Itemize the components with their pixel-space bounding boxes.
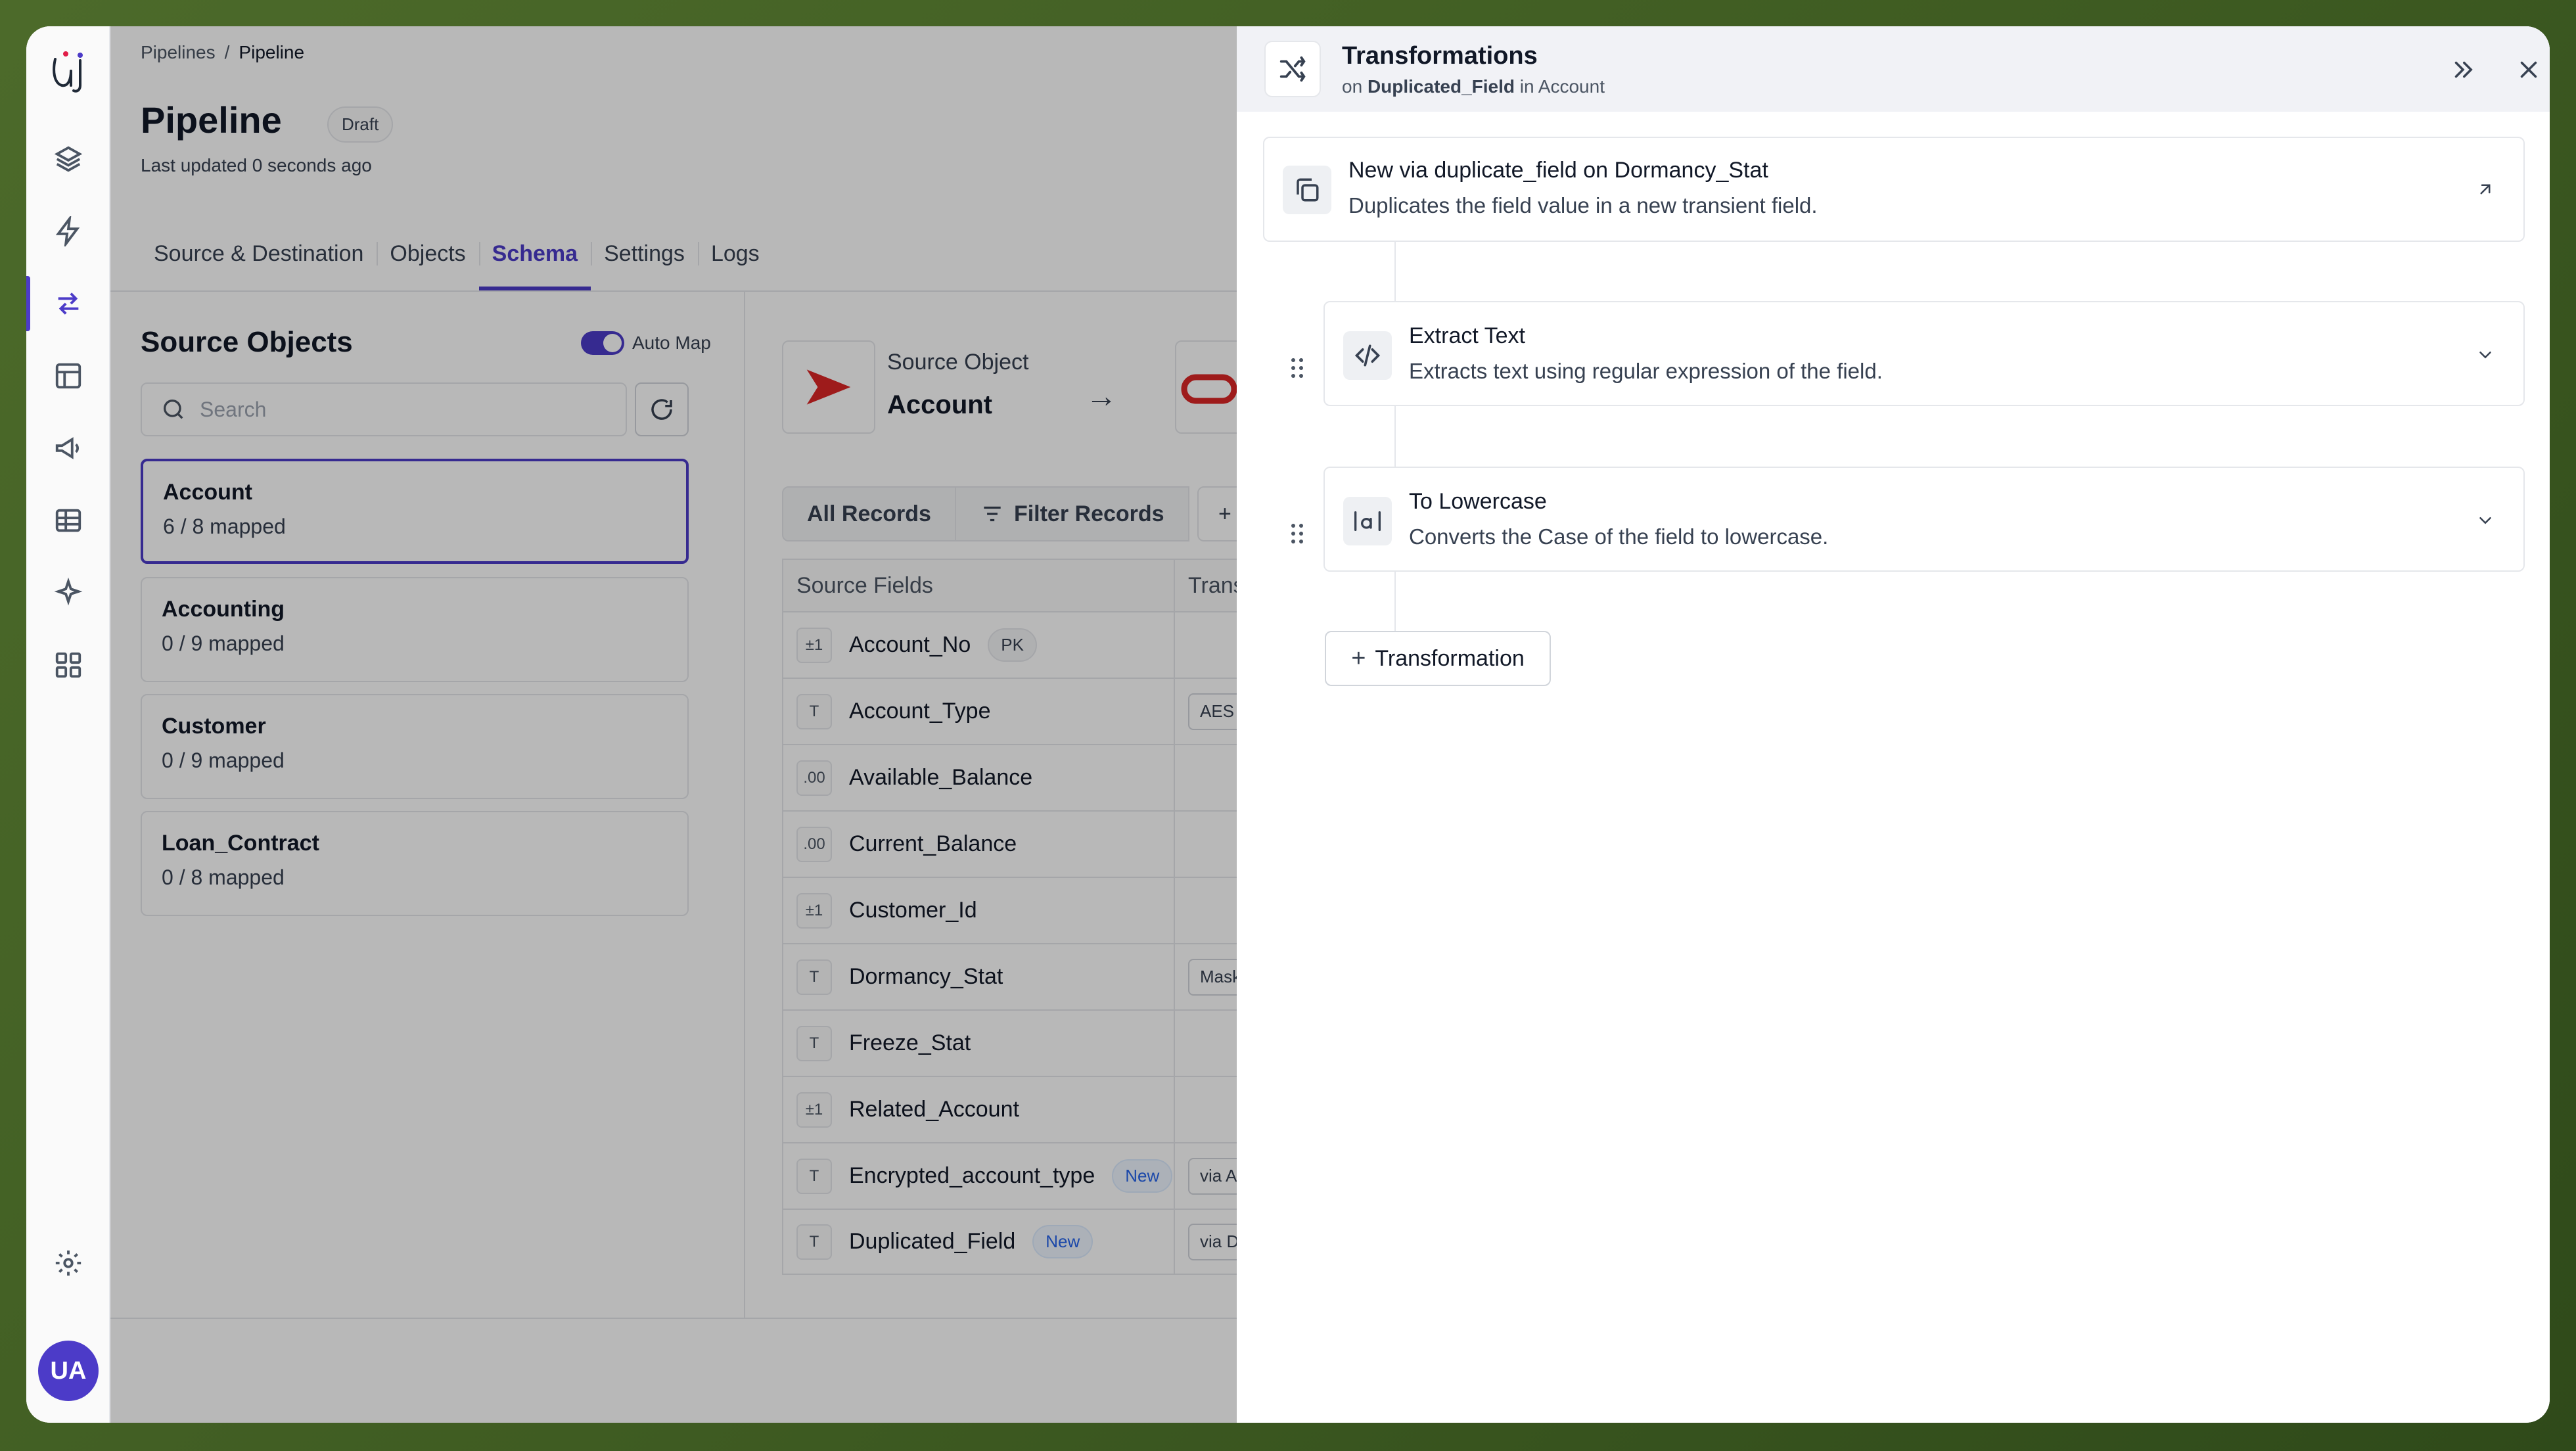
chevron-down-icon [2479,352,2491,359]
arrow-up-right-icon [2480,184,2491,195]
grid-apps-icon[interactable] [49,645,88,685]
step-title: Extract Text [1409,323,1525,348]
drawer-subtitle: on Duplicated_Field in Account [1342,76,1605,97]
shuffle-icon [1264,41,1321,97]
drag-handle-icon[interactable] [1284,520,1310,547]
user-avatar[interactable]: UA [38,1341,99,1401]
layers-icon[interactable] [49,139,88,179]
origin-field: Dormancy_Stat [1614,158,1768,183]
drawer-title: Transformations [1342,42,1538,70]
origin-function: duplicate_field [1434,158,1577,183]
subtitle-object: Account [1538,76,1605,97]
drag-handle-icon[interactable] [1284,355,1310,381]
chevron-down-icon [2479,517,2491,524]
lowercase-icon [1343,497,1392,545]
add-transformation-label: Transformation [1375,645,1525,671]
expand-step-button[interactable] [2471,506,2500,535]
step-description: Extracts text using regular expression o… [1409,359,1883,383]
origin-transformation-card[interactable]: New via duplicate_field on Dormancy_Stat… [1263,137,2525,242]
settings-gear-icon[interactable] [49,1243,88,1283]
drawer-header: Transformations on Duplicated_Field in A… [1237,26,2550,112]
transformation-step-card[interactable]: Extract Text Extracts text using regular… [1323,301,2525,406]
active-nav-indicator [26,276,30,331]
origin-mid: on [1583,158,1609,183]
sparkle-icon[interactable] [49,573,88,612]
add-transformation-button[interactable]: + Transformation [1325,631,1551,686]
left-nav-rail: UA [26,26,110,1423]
transformations-drawer: Transformations on Duplicated_Field in A… [1237,26,2550,1423]
layout-icon[interactable] [49,356,88,396]
app-window: UA Pipelines / Pipeline Pipeline Draft L… [26,26,2550,1423]
origin-title: New via duplicate_field on Dormancy_Stat [1348,158,1768,183]
step-title: To Lowercase [1409,489,1547,514]
close-drawer-button[interactable] [2509,50,2548,89]
plus-icon: + [1351,644,1366,672]
subtitle-prefix: on [1342,76,1363,97]
transformation-step-card[interactable]: To Lowercase Converts the Case of the fi… [1323,467,2525,572]
modal-backdrop[interactable] [110,26,1321,1423]
open-external-button[interactable] [2471,175,2500,204]
duplicate-icon [1283,166,1331,214]
step-description: Converts the Case of the field to lowerc… [1409,524,1829,549]
origin-description: Duplicates the field value in a new tran… [1348,193,1818,218]
table-icon[interactable] [49,501,88,540]
chevrons-right-icon [2454,61,2473,78]
code-icon [1343,331,1392,380]
pipelines-icon[interactable] [49,284,88,323]
expand-step-button[interactable] [2471,340,2500,369]
app-logo-icon[interactable] [42,45,95,97]
close-icon [2520,61,2537,78]
collapse-drawer-button[interactable] [2443,50,2483,89]
connector-line [1394,572,1396,631]
subtitle-mid: in [1519,76,1534,97]
origin-prefix: New via [1348,158,1428,183]
lightning-icon[interactable] [49,212,88,251]
subtitle-field: Duplicated_Field [1367,76,1515,97]
megaphone-icon[interactable] [49,428,88,468]
